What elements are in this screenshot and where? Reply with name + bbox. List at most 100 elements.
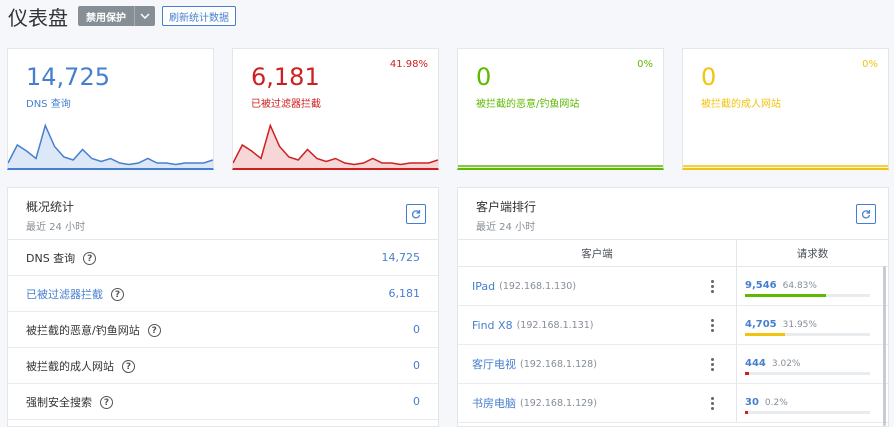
requests-cell: 30 0.2%	[737, 384, 888, 422]
clients-table-header: 客户端 请求数	[458, 240, 888, 267]
sparkline-chart	[8, 123, 213, 168]
refresh-stats-button[interactable]: 刷新统计数据	[162, 6, 236, 26]
client-ip: (192.168.1.131)	[516, 319, 594, 331]
stat-label: DNS 查询	[26, 99, 71, 110]
clients-scrollbar[interactable]	[883, 266, 886, 426]
disable-protection-button[interactable]: 禁用保护	[78, 6, 134, 26]
request-count: 4,705	[745, 319, 777, 330]
disable-protection-split-button: 禁用保护	[78, 6, 155, 26]
help-icon[interactable]: ?	[100, 396, 113, 409]
help-icon[interactable]: ?	[111, 288, 124, 301]
help-icon[interactable]: ?	[83, 252, 97, 265]
stat-label: 已被过滤器拦截	[251, 99, 321, 110]
overview-row-label: 强制安全搜索	[26, 395, 92, 409]
clients-header: 客户端排行 最近 24 小时	[458, 188, 888, 240]
client-name-link[interactable]: Find X8	[472, 319, 513, 332]
overview-row: DNS 查询? 14,725	[8, 240, 438, 276]
help-icon[interactable]: ?	[147, 324, 161, 337]
stat-percent: 0%	[862, 59, 878, 70]
overview-row-label-wrap: 强制安全搜索?	[26, 394, 113, 410]
stat-card-adult-sites: 0 被拦截的成人网站 0%	[682, 48, 889, 170]
column-header-client[interactable]: 客户端	[458, 240, 737, 266]
overview-row: 强制安全搜索? 0	[8, 384, 438, 420]
sparkline-chart	[458, 165, 663, 168]
sparkline-chart	[233, 123, 438, 168]
client-cell: 客厅电视 (192.168.1.128)	[458, 345, 737, 383]
clients-table-body: IPad (192.168.1.130) 9,546 64.83% Find X8 (19…	[458, 267, 888, 423]
sparkline-chart	[683, 165, 888, 168]
page-title: 仪表盘	[8, 5, 68, 30]
stat-card-dns-queries: 14,725 DNS 查询	[7, 48, 214, 170]
request-percent: 64.83%	[782, 281, 817, 291]
client-cell: Find X8 (192.168.1.131)	[458, 306, 737, 344]
request-percent: 31.95%	[782, 320, 817, 330]
page-header: 仪表盘 禁用保护 刷新统计数据	[8, 4, 236, 30]
overview-row-label: DNS 查询	[26, 251, 76, 265]
clients-refresh-button[interactable]	[856, 204, 876, 224]
overview-row: 被拦截的成人网站? 0	[8, 348, 438, 384]
overview-row-label: 已被过滤器拦截	[26, 287, 103, 301]
stat-percent: 41.98%	[389, 59, 428, 70]
overview-row-value[interactable]: 6,181	[389, 287, 421, 300]
chevron-down-icon	[140, 13, 150, 19]
client-name-link[interactable]: 客厅电视	[472, 356, 516, 372]
overview-row-value[interactable]: 0	[413, 395, 420, 408]
client-ip: (192.168.1.130)	[499, 280, 577, 292]
overview-refresh-button[interactable]	[406, 204, 426, 224]
overview-row-label: 被拦截的恶意/钓鱼网站	[26, 323, 140, 337]
requests-cell: 444 3.02%	[737, 345, 888, 383]
overview-row-value[interactable]: 0	[413, 359, 420, 372]
overview-row-label: 被拦截的成人网站	[26, 359, 114, 373]
overview-row-value[interactable]: 14,725	[382, 251, 421, 264]
stat-label: 被拦截的恶意/钓鱼网站	[476, 99, 580, 110]
panel-title: 客户端排行	[476, 200, 537, 214]
more-vertical-icon[interactable]	[711, 280, 714, 295]
requests-cell: 4,705 31.95%	[737, 306, 888, 344]
overview-row: 被拦截的恶意/钓鱼网站? 0	[8, 312, 438, 348]
request-percent: 3.02%	[771, 359, 801, 369]
stat-value: 6,181	[251, 63, 320, 91]
stat-value: 0	[701, 63, 717, 91]
stat-value: 0	[476, 63, 492, 91]
request-percent: 0.2%	[764, 398, 788, 408]
stat-percent: 0%	[637, 59, 653, 70]
overview-row-label-wrap: DNS 查询?	[26, 250, 97, 266]
overview-row-label-wrap: 已被过滤器拦截?	[26, 286, 124, 302]
progress-fill	[745, 294, 827, 297]
request-count: 30	[745, 397, 759, 408]
overview-row-value[interactable]: 0	[413, 323, 420, 336]
overview-row: 已被过滤器拦截? 6,181	[8, 276, 438, 312]
table-row: IPad (192.168.1.130) 9,546 64.83%	[458, 267, 888, 306]
client-name-link[interactable]: 书房电脑	[472, 395, 516, 411]
progress-fill	[745, 411, 749, 414]
progress-track	[745, 411, 870, 414]
more-vertical-icon[interactable]	[711, 397, 714, 412]
clients-table: 客户端 请求数 IPad (192.168.1.130) 9,546 64.83% Fi…	[458, 240, 888, 426]
column-header-requests[interactable]: 请求数	[737, 240, 888, 266]
top-clients-panel: 客户端排行 最近 24 小时 客户端 请求数 IPad (192.168.1.13…	[457, 187, 889, 427]
overview-row-label-wrap: 被拦截的成人网站?	[26, 358, 135, 374]
stat-value: 14,725	[26, 63, 110, 91]
table-row: 客厅电视 (192.168.1.128) 444 3.02%	[458, 345, 888, 384]
help-icon[interactable]: ?	[122, 360, 135, 373]
progress-track	[745, 372, 870, 375]
progress-fill	[745, 333, 785, 336]
client-name-link[interactable]: IPad	[472, 280, 495, 293]
protection-dropdown-toggle[interactable]	[134, 6, 155, 26]
overview-list: DNS 查询? 14,725 已被过滤器拦截? 6,181 被拦截的恶意/钓鱼网站? 0 被…	[8, 240, 438, 420]
table-row: Find X8 (192.168.1.131) 4,705 31.95%	[458, 306, 888, 345]
client-ip: (192.168.1.129)	[520, 397, 597, 409]
client-cell: IPad (192.168.1.130)	[458, 267, 737, 305]
overview-header: 概况统计 最近 24 小时	[8, 188, 438, 240]
more-vertical-icon[interactable]	[711, 358, 714, 373]
panel-title: 概况统计	[26, 200, 75, 214]
table-row: 书房电脑 (192.168.1.129) 30 0.2%	[458, 384, 888, 423]
panel-subtitle: 最近 24 小时	[26, 222, 86, 233]
stat-card-blocked-filters: 6,181 已被过滤器拦截 41.98%	[232, 48, 439, 170]
more-vertical-icon[interactable]	[711, 319, 714, 334]
progress-fill	[745, 372, 749, 375]
request-count: 9,546	[745, 280, 777, 291]
panel-subtitle: 最近 24 小时	[476, 222, 536, 233]
progress-track	[745, 294, 870, 297]
refresh-icon	[411, 210, 421, 219]
